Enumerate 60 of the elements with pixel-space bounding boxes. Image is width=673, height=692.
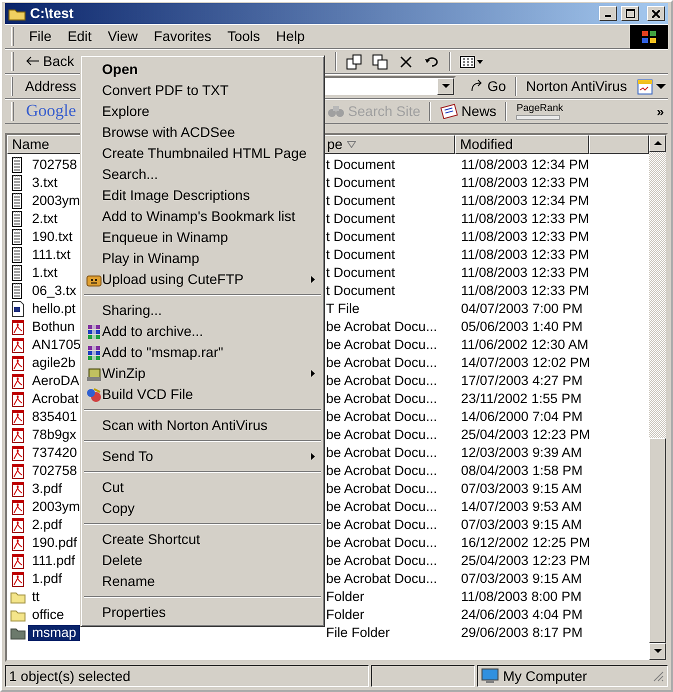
file-date: 25/04/2003 12:23 PM bbox=[461, 426, 590, 442]
file-date: 14/07/2003 9:53 AM bbox=[461, 498, 582, 514]
file-date: 11/08/2003 8:00 PM bbox=[461, 588, 582, 604]
file-date: 24/06/2003 4:04 PM bbox=[461, 606, 583, 622]
file-type: be Acrobat Docu... bbox=[326, 390, 438, 406]
pagerank-label: PageRank bbox=[516, 103, 564, 115]
file-date: 11/08/2003 12:33 PM bbox=[461, 264, 590, 280]
file-date: 08/04/2003 1:58 PM bbox=[461, 462, 583, 478]
file-type: Folder bbox=[326, 588, 364, 604]
file-date: 11/08/2003 12:33 PM bbox=[461, 228, 590, 244]
file-type: T File bbox=[326, 300, 360, 316]
file-type: be Acrobat Docu... bbox=[326, 336, 438, 352]
file-type: t Document bbox=[326, 264, 396, 280]
file-date: 11/08/2003 12:33 PM bbox=[461, 246, 590, 262]
file-type: be Acrobat Docu... bbox=[326, 498, 438, 514]
file-type: t Document bbox=[326, 228, 396, 244]
file-date: 05/06/2003 1:40 PM bbox=[461, 318, 583, 334]
file-date: 11/08/2003 12:34 PM bbox=[461, 156, 590, 172]
file-date: 16/12/2002 12:25 PM bbox=[461, 534, 590, 550]
window-title: C:\test bbox=[30, 5, 75, 22]
file-type: be Acrobat Docu... bbox=[326, 516, 438, 532]
status-text: 1 object(s) selected bbox=[9, 668, 130, 684]
file-date: 11/08/2003 12:33 PM bbox=[461, 174, 590, 190]
file-date: 11/08/2003 12:33 PM bbox=[461, 282, 590, 298]
file-type: t Document bbox=[326, 210, 396, 226]
file-type: be Acrobat Docu... bbox=[326, 480, 438, 496]
file-type: Folder bbox=[326, 606, 364, 622]
file-date: 25/04/2003 12:23 PM bbox=[461, 552, 590, 568]
file-date: 29/06/2003 8:17 PM bbox=[461, 624, 583, 640]
toolbar-label: Norton AntiVirus bbox=[525, 77, 628, 96]
file-date: 12/03/2003 9:39 AM bbox=[461, 444, 582, 460]
file-type: be Acrobat Docu... bbox=[326, 462, 438, 478]
file-type: File Folder bbox=[326, 624, 390, 640]
file-date: 23/11/2002 1:55 PM bbox=[461, 390, 582, 406]
file-date: 11/06/2002 12:30 AM bbox=[461, 336, 588, 352]
file-date: 07/03/2003 9:15 AM bbox=[461, 570, 582, 586]
file-type: t Document bbox=[326, 192, 396, 208]
address-label: Address bbox=[24, 77, 78, 96]
file-date: 07/03/2003 9:15 AM bbox=[461, 480, 582, 496]
status-zone: My Computer bbox=[503, 668, 588, 684]
file-type: be Acrobat Docu... bbox=[326, 426, 438, 442]
file-type: t Document bbox=[326, 282, 396, 298]
file-type: be Acrobat Docu... bbox=[326, 534, 438, 550]
file-date: 17/07/2003 4:27 PM bbox=[461, 372, 583, 388]
file-date: 04/07/2003 7:00 PM bbox=[461, 300, 583, 316]
file-type: be Acrobat Docu... bbox=[326, 372, 438, 388]
file-date: 14/07/2003 12:02 PM bbox=[461, 354, 590, 370]
file-type: be Acrobat Docu... bbox=[326, 444, 438, 460]
file-type: be Acrobat Docu... bbox=[326, 354, 438, 370]
file-type: be Acrobat Docu... bbox=[326, 318, 438, 334]
file-type: t Document bbox=[326, 174, 396, 190]
file-type: t Document bbox=[326, 246, 396, 262]
file-date: 14/06/2000 7:04 PM bbox=[461, 408, 583, 424]
file-date: 07/03/2003 9:15 AM bbox=[461, 516, 582, 532]
file-date: 11/08/2003 12:33 PM bbox=[461, 210, 590, 226]
file-type: be Acrobat Docu... bbox=[326, 570, 438, 586]
file-type: be Acrobat Docu... bbox=[326, 408, 438, 424]
file-date: 11/08/2003 12:34 PM bbox=[461, 192, 590, 208]
file-type: be Acrobat Docu... bbox=[326, 552, 438, 568]
file-type: t Document bbox=[326, 156, 396, 172]
